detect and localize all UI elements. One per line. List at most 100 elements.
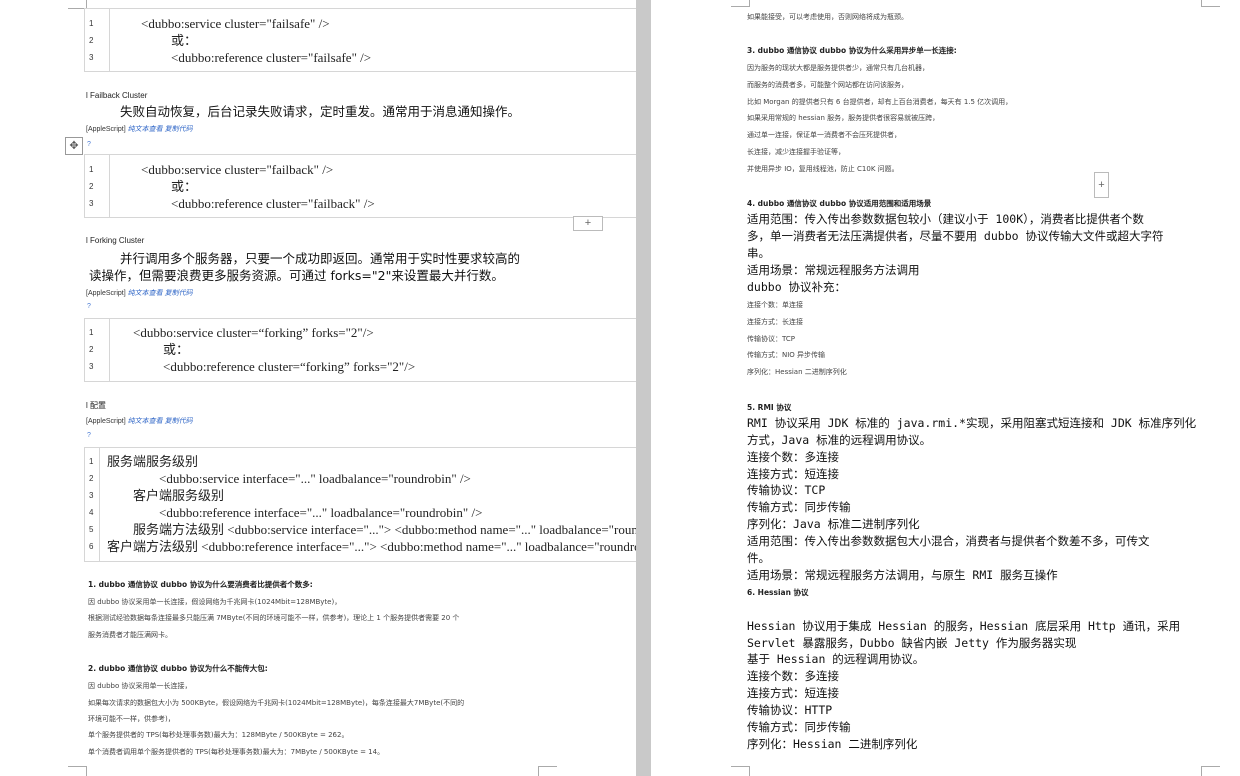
q3-heading: 3. dubbo 通信协议 dubbo 协议为什么采用异步单一长连接: (747, 46, 957, 55)
q5-line: 连接个数：多连接 (747, 450, 839, 464)
code-line: 2 或： (85, 341, 636, 358)
code-line: 6 客户端方法级别 <dubbo:reference interface="...… (85, 538, 636, 555)
page-corner-mark (731, 0, 750, 7)
q5-heading: 5. RMI 协议 (747, 403, 792, 412)
q5-line: 传输方式：同步传输 (747, 500, 851, 514)
q6-line: 连接方式：短连接 (747, 686, 839, 700)
line-number: 5 (89, 525, 94, 534)
code-text: <dubbo:service interface="..." loadbalan… (159, 471, 471, 486)
line-number: 1 (89, 457, 94, 466)
line-number: 2 (89, 345, 94, 354)
forking-heading: l Forking Cluster (86, 236, 145, 245)
q1-heading: 1. dubbo 通信协议 dubbo 协议为什么要消费者比提供者个数多: (88, 580, 313, 589)
q6-heading: 6. Hessian 协议 (747, 588, 809, 597)
add-row-button[interactable]: + (573, 216, 603, 231)
code-block-failsafe: 1 <dubbo:service cluster="failsafe" /> 2 或… (84, 8, 636, 72)
page-gap (636, 0, 651, 776)
q2-line: 因 dubbo 协议采用单一长连接， (88, 682, 192, 690)
line-number: 1 (89, 165, 94, 174)
q4-detail: 传输方式：NIO 异步传输 (747, 351, 826, 359)
line-number: 3 (89, 362, 94, 371)
applescript-label: [AppleScript] (86, 126, 126, 133)
q6-line: Hessian 协议用于集成 Hessian 的服务，Hessian 底层采用 … (747, 619, 1181, 633)
intro-line: 如果能接受，可以考虑使用，否则网络将成为瓶颈。 (747, 13, 908, 21)
applescript-bar: [AppleScript] 纯文本查看 复制代码 (86, 416, 193, 426)
code-text: <dubbo:service cluster="failsafe" /> (141, 16, 330, 31)
line-number: 3 (89, 491, 94, 500)
code-text: <dubbo:service cluster="failback" /> (141, 162, 334, 177)
q5-line: 连接方式：短连接 (747, 467, 839, 481)
page-corner-mark (731, 766, 750, 776)
q6-line: 传输方式：同步传输 (747, 720, 851, 734)
q4-detail: 序列化：Hessian 二进制序列化 (747, 368, 847, 376)
code-block-loadbalance-config: 1 服务端服务级别 2 <dubbo:service interface="..."… (84, 447, 636, 562)
failback-description: 失败自动恢复，后台记录失败请求，定时重发。通常用于消息通知操作。 (120, 104, 521, 119)
applescript-bar: [AppleScript] 纯文本查看 复制代码 (86, 124, 193, 134)
q3-line: 长连接，减少连接握手验证等， (747, 148, 845, 156)
move-handle-icon[interactable]: ✥ (65, 137, 83, 155)
q3-line: 通过单一连接，保证单一消费者不会压死提供者， (747, 131, 901, 139)
code-block-forking: 1 <dubbo:service cluster=“forking” forks=… (84, 318, 636, 382)
q4-detail: 连接个数：单连接 (747, 301, 803, 309)
config-heading: l 配置 (86, 401, 106, 410)
q5-line: 适用范围：传入传出参数数据包大小混合，消费者与提供者个数差不多，可传文 (747, 534, 1150, 548)
code-text: 或： (163, 342, 190, 357)
q2-line: 如果每次请求的数据包大小为 500KByte，假设网络为千兆网卡(1024Mbi… (88, 699, 465, 707)
q1-line: 服务消费者才能压满网卡。 (88, 631, 172, 639)
copy-code-link[interactable]: 纯文本查看 复制代码 (128, 418, 193, 425)
help-link[interactable]: ? (87, 303, 91, 310)
code-text: 客户端方法级别 <dubbo:reference interface="..."… (107, 539, 636, 554)
forking-description-line: 并行调用多个服务器，只要一个成功即返回。通常用于实时性要求较高的 (120, 251, 521, 266)
q4-line: 多，单一消费者无法压满提供者，尽量不要用 dubbo 协议传输大文件或超大字符 (747, 229, 1164, 243)
q6-line: 基于 Hessian 的远程调用协议。 (747, 652, 925, 666)
code-text: 服务端服务级别 (107, 454, 199, 469)
code-text: 或： (171, 179, 198, 194)
q6-line: 传输协议：HTTP (747, 703, 833, 717)
q5-line: 序列化：Java 标准二进制序列化 (747, 517, 920, 531)
code-line: 2 <dubbo:service interface="..." loadbala… (85, 470, 636, 487)
q6-line: 序列化：Hessian 二进制序列化 (747, 737, 918, 751)
code-text: <dubbo:reference cluster="failback" /> (171, 196, 375, 211)
code-text: 服务端方法级别 <dubbo:service interface="..."> … (133, 522, 636, 537)
code-text: <dubbo:reference interface="..." loadbal… (159, 505, 483, 520)
failback-heading: l Failback Cluster (86, 91, 148, 100)
code-line: 4 <dubbo:reference interface="..." loadba… (85, 504, 636, 521)
code-text: <dubbo:service cluster=“forking” forks="… (133, 325, 374, 340)
applescript-label: [AppleScript] (86, 290, 126, 297)
forking-description-line: 读操作，但需要浪费更多服务资源。可通过 forks="2"来设置最大并行数。 (89, 268, 504, 283)
q3-line: 比如 Morgan 的提供者只有 6 台提供者，却有上百台消费者，每天有 1.5… (747, 98, 1013, 106)
q4-line: 串。 (747, 246, 770, 260)
page-corner-mark (1201, 0, 1220, 7)
q3-line: 并使用异步 IO，复用线程池，防止 C10K 问题。 (747, 165, 899, 173)
line-number: 3 (89, 199, 94, 208)
q2-heading: 2. dubbo 通信协议 dubbo 协议为什么不能传大包: (88, 664, 268, 673)
code-block-failback: 1 <dubbo:service cluster="failback" /> 2 或… (84, 154, 636, 218)
q3-line: 而服务的消费者多，可能整个网站都在访问该服务， (747, 81, 908, 89)
copy-code-link[interactable]: 纯文本查看 复制代码 (128, 290, 193, 297)
line-number: 3 (89, 53, 94, 62)
code-line: 3 <dubbo:reference cluster=“forking” fork… (85, 358, 636, 375)
copy-code-link[interactable]: 纯文本查看 复制代码 (128, 126, 193, 133)
q5-line: 传输协议：TCP (747, 483, 826, 497)
code-line: 1 <dubbo:service cluster="failback" /> (85, 161, 636, 178)
q4-heading: 4. dubbo 通信协议 dubbo 协议适用范围和适用场景 (747, 199, 932, 208)
code-line: 2 或： (85, 178, 636, 195)
applescript-label: [AppleScript] (86, 418, 126, 425)
q2-line: 环境可能不一样，供参考)， (88, 715, 175, 723)
q6-line: 连接个数：多连接 (747, 669, 839, 683)
help-link[interactable]: ? (87, 141, 91, 148)
code-text: <dubbo:reference cluster=“forking” forks… (163, 359, 416, 374)
code-line: 1 服务端服务级别 (85, 453, 636, 470)
help-link[interactable]: ? (87, 432, 91, 439)
code-line: 1 <dubbo:service cluster=“forking” forks=… (85, 324, 636, 341)
q5-line: 件。 (747, 551, 770, 565)
line-number: 6 (89, 542, 94, 551)
q1-line: 根据测试经验数据每条连接最多只能压满 7MByte(不同的环境可能不一样，供参考… (88, 614, 460, 622)
q5-line: 方式，Java 标准的远程调用协议。 (747, 433, 932, 447)
line-number: 1 (89, 328, 94, 337)
add-column-button[interactable]: + (1094, 172, 1109, 198)
q3-line: 如果采用常规的 hessian 服务，服务提供者很容易就被压跨， (747, 114, 940, 122)
line-number: 2 (89, 474, 94, 483)
right-document-page: 如果能接受，可以考虑使用，否则网络将成为瓶颈。 3. dubbo 通信协议 du… (651, 0, 1240, 776)
page-corner-mark (538, 766, 557, 776)
